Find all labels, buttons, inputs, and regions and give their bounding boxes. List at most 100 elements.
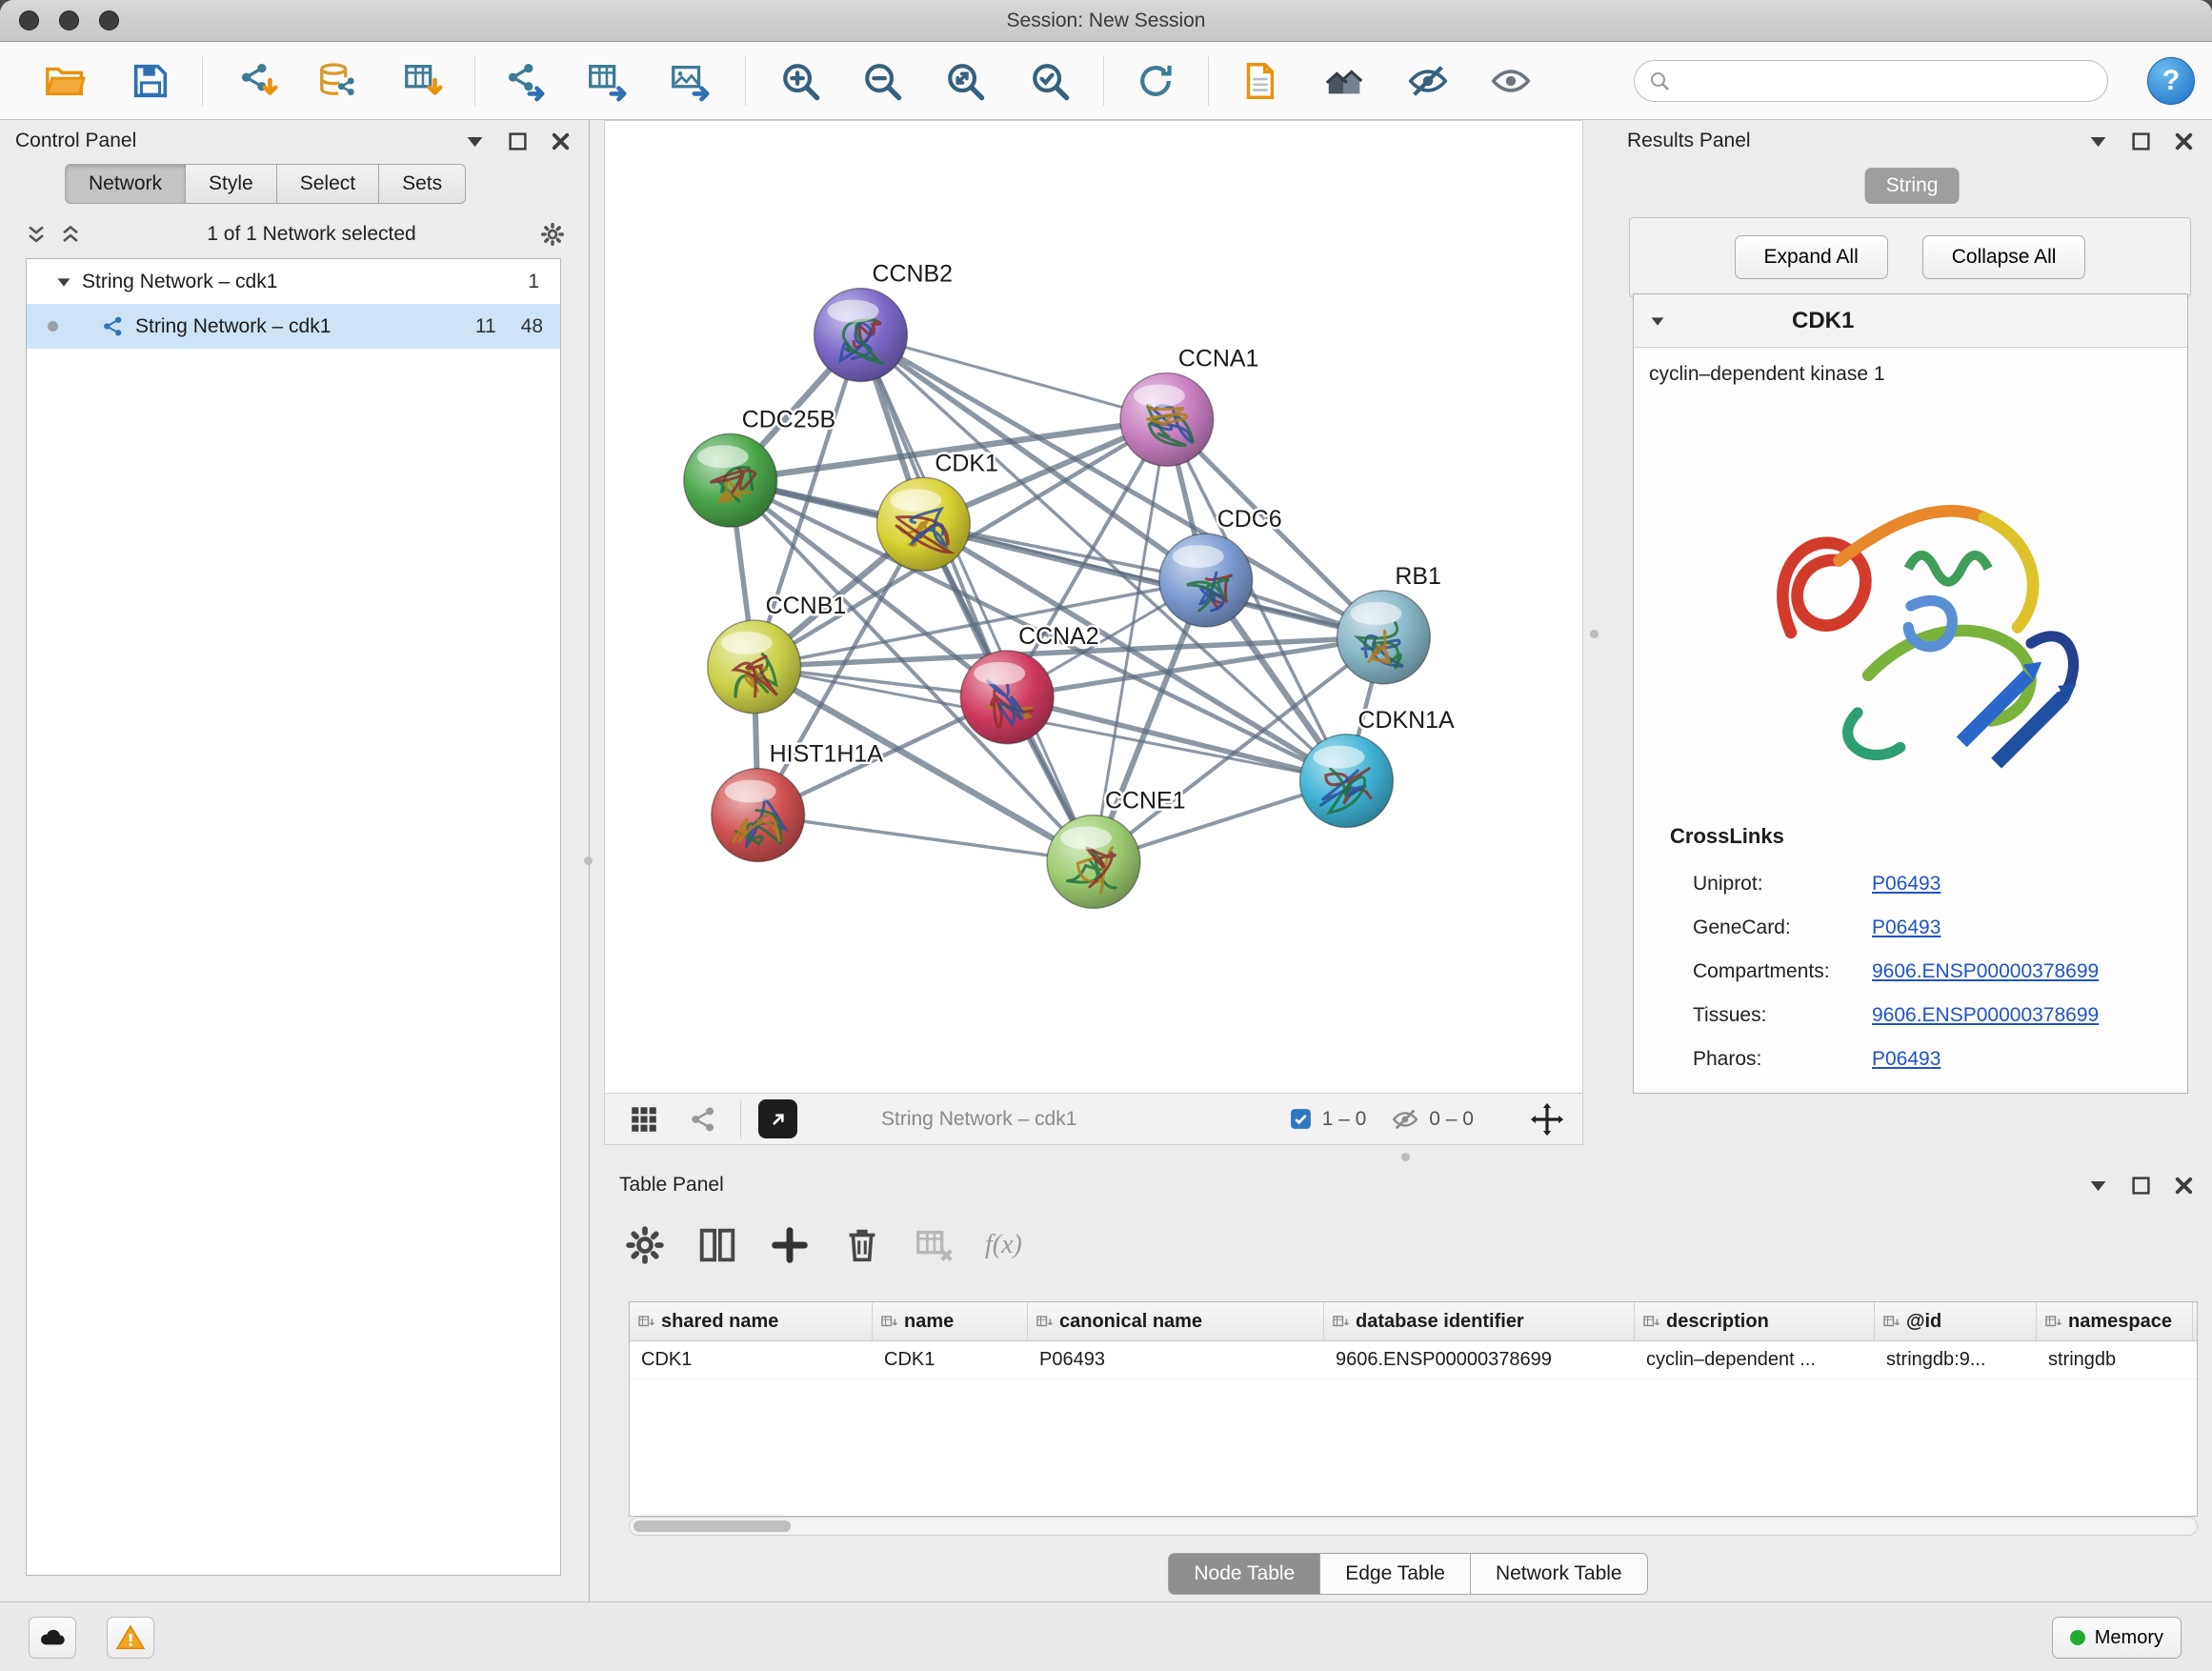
- tab-style[interactable]: Style: [186, 164, 277, 204]
- panel-float-icon[interactable]: [462, 129, 488, 154]
- zoom-selected-icon: [1028, 59, 1072, 103]
- panel-close-icon[interactable]: [2171, 1173, 2197, 1198]
- tab-select[interactable]: Select: [277, 164, 379, 204]
- network-edge[interactable]: [758, 815, 1094, 862]
- column-header[interactable]: database identifier: [1324, 1302, 1635, 1340]
- table-cell[interactable]: CDK1: [630, 1341, 873, 1379]
- panel-maximize-icon[interactable]: [2128, 129, 2154, 154]
- network-edge[interactable]: [860, 335, 1094, 862]
- column-header[interactable]: canonical name: [1028, 1302, 1324, 1340]
- tab-network-table[interactable]: Network Table: [1471, 1553, 1648, 1595]
- expand-all-button[interactable]: Expand All: [1735, 235, 1888, 279]
- tab-edge-table[interactable]: Edge Table: [1320, 1553, 1471, 1595]
- delete-table-icon[interactable]: [913, 1223, 956, 1267]
- warnings-button[interactable]: [107, 1617, 154, 1659]
- network-node-CDK1[interactable]: CDK1: [876, 450, 997, 571]
- network-glyph-icon[interactable]: [687, 1103, 719, 1136]
- column-sort-icon: [1036, 1313, 1054, 1331]
- selected-checkbox-icon[interactable]: [1289, 1107, 1313, 1131]
- delete-column-icon[interactable]: [840, 1223, 884, 1267]
- open-session-button[interactable]: [38, 51, 91, 111]
- network-options-gear-icon[interactable]: [539, 221, 566, 248]
- search-input[interactable]: [1679, 70, 2094, 92]
- open-in-new-window-button[interactable]: [758, 1099, 797, 1138]
- import-table-button[interactable]: [396, 51, 450, 111]
- collapse-all-icon[interactable]: [23, 221, 50, 248]
- collapse-all-button[interactable]: Collapse All: [1922, 235, 2086, 279]
- panel-close-icon[interactable]: [2171, 129, 2197, 154]
- crosslink-genecard-link[interactable]: P06493: [1872, 916, 1941, 939]
- memory-button[interactable]: Memory: [2052, 1617, 2182, 1659]
- node-label-CCNE1: CCNE1: [1105, 788, 1186, 815]
- vertical-splitter-grip[interactable]: [1590, 630, 1599, 638]
- network-node-RB1[interactable]: RB1: [1337, 563, 1440, 684]
- table-horizontal-scrollbar[interactable]: [629, 1517, 2198, 1536]
- network-node-CDKN1A[interactable]: CDKN1A: [1300, 707, 1455, 828]
- tab-sets[interactable]: Sets: [379, 164, 466, 204]
- column-header[interactable]: name: [873, 1302, 1028, 1340]
- crosslink-tissues-link[interactable]: 9606.ENSP00000378699: [1872, 1004, 2099, 1027]
- cybrowser-document-button[interactable]: [1233, 51, 1286, 111]
- cloud-status-button[interactable]: [29, 1617, 76, 1659]
- vertical-splitter-grip[interactable]: [584, 856, 593, 865]
- network-collection-row[interactable]: String Network – cdk1 1: [27, 259, 560, 304]
- panel-maximize-icon[interactable]: [505, 129, 531, 154]
- hidden-eye-slash-icon[interactable]: [1391, 1105, 1419, 1134]
- apply-layout-button[interactable]: [1129, 51, 1182, 111]
- export-network-button[interactable]: [498, 51, 552, 111]
- export-image-button[interactable]: [663, 51, 716, 111]
- network-node-CCNB2[interactable]: CCNB2: [814, 261, 953, 382]
- table-cell[interactable]: CDK1: [873, 1341, 1028, 1379]
- glass-effect-on-button[interactable]: [1484, 51, 1538, 111]
- network-canvas[interactable]: CCNB2CCNA1CDC25BCDK1CDC6RB1CCNB1CCNA2CDK…: [605, 121, 1582, 1093]
- column-header[interactable]: namespace: [2037, 1302, 2193, 1340]
- add-column-icon[interactable]: [768, 1223, 812, 1267]
- crosslink-pharos-link[interactable]: P06493: [1872, 1048, 1941, 1071]
- import-network-file-button[interactable]: [231, 51, 285, 111]
- crosslink-compartments-link[interactable]: 9606.ENSP00000378699: [1872, 960, 2099, 983]
- fit-content-button[interactable]: [938, 51, 992, 111]
- network-node-HIST1H1A[interactable]: HIST1H1A: [712, 741, 883, 862]
- panel-float-icon[interactable]: [2085, 1173, 2111, 1198]
- network-node-CCNA1[interactable]: CCNA1: [1120, 345, 1258, 466]
- table-cell[interactable]: 9606.ENSP00000378699: [1324, 1341, 1635, 1379]
- crosslink-uniprot-link[interactable]: P06493: [1872, 873, 1941, 896]
- pan-move-icon[interactable]: [1529, 1101, 1565, 1137]
- panel-float-icon[interactable]: [2085, 129, 2111, 154]
- horizontal-splitter-grip[interactable]: [1401, 1153, 1410, 1161]
- show-columns-icon[interactable]: [695, 1223, 739, 1267]
- column-header[interactable]: @id: [1875, 1302, 2037, 1340]
- table-panel: Table Panel f(x) shared name name canoni…: [604, 1164, 2212, 1601]
- collection-disclosure-icon[interactable]: [53, 272, 74, 292]
- help-button[interactable]: ?: [2147, 57, 2195, 105]
- table-settings-gear-icon[interactable]: [623, 1223, 667, 1267]
- scrollbar-thumb[interactable]: [633, 1520, 791, 1532]
- tab-node-table[interactable]: Node Table: [1168, 1553, 1320, 1595]
- import-network-database-button[interactable]: [312, 51, 365, 111]
- glass-effect-off-button[interactable]: [1401, 51, 1455, 111]
- table-cell[interactable]: stringdb:9...: [1875, 1341, 2037, 1379]
- zoom-in-button[interactable]: [774, 51, 827, 111]
- function-builder-button[interactable]: f(x): [985, 1230, 1022, 1260]
- table-cell[interactable]: cyclin–dependent ...: [1635, 1341, 1875, 1379]
- column-header[interactable]: description: [1635, 1302, 1875, 1340]
- zoom-out-button[interactable]: [855, 51, 909, 111]
- column-header[interactable]: shared name: [630, 1302, 873, 1340]
- table-row[interactable]: CDK1 CDK1 P06493 9606.ENSP00000378699 cy…: [630, 1341, 2197, 1379]
- network-row[interactable]: String Network – cdk1 11 48: [27, 304, 560, 349]
- expand-all-icon[interactable]: [57, 221, 84, 248]
- string-home-button[interactable]: [1318, 51, 1372, 111]
- protein-disclosure-icon[interactable]: [1647, 311, 1668, 332]
- panel-close-icon[interactable]: [548, 129, 573, 154]
- export-table-button[interactable]: [580, 51, 633, 111]
- save-session-button[interactable]: [124, 51, 177, 111]
- zoom-selected-button[interactable]: [1023, 51, 1076, 111]
- protein-card-header[interactable]: CDK1: [1634, 294, 2187, 348]
- save-icon: [129, 59, 172, 103]
- table-cell[interactable]: stringdb: [2037, 1341, 2193, 1379]
- tab-network[interactable]: Network: [65, 164, 186, 204]
- table-cell[interactable]: P06493: [1028, 1341, 1324, 1379]
- panel-maximize-icon[interactable]: [2128, 1173, 2154, 1198]
- birds-eye-grid-icon[interactable]: [628, 1103, 660, 1136]
- results-tab-string[interactable]: String: [1865, 168, 1960, 204]
